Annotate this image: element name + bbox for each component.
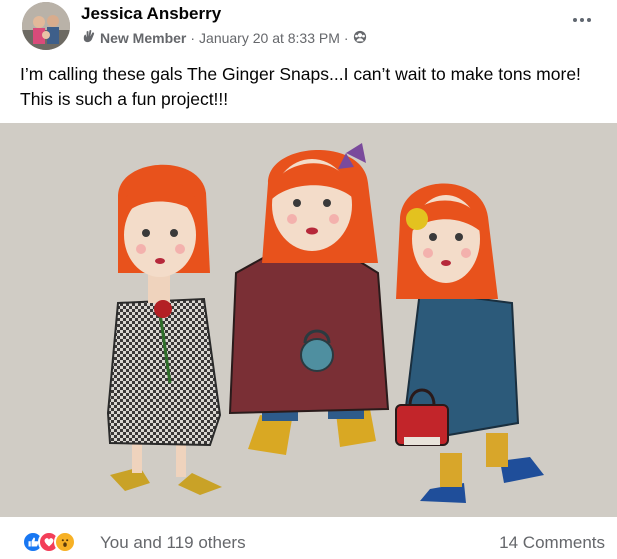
post-footer: You and 119 others 14 Comments <box>0 517 617 559</box>
reaction-count[interactable]: You and 119 others <box>100 533 246 553</box>
avatar[interactable] <box>22 2 70 50</box>
author-name[interactable]: Jessica Ansberry <box>81 4 221 24</box>
more-dot-icon <box>587 18 591 22</box>
post-caption: I’m calling these gals The Ginger Snaps.… <box>20 64 581 109</box>
post-photo[interactable] <box>0 123 617 517</box>
new-member-icon <box>81 29 96 47</box>
meta-separator: · <box>190 30 196 46</box>
reaction-icons[interactable] <box>22 531 76 553</box>
avatar-photo <box>22 2 70 50</box>
comments-count[interactable]: 14 Comments <box>499 533 605 553</box>
post-card: Jessica Ansberry New Member · January 20… <box>0 0 617 559</box>
more-dot-icon <box>580 18 584 22</box>
post-timestamp[interactable]: January 20 at 8:33 PM <box>199 30 340 46</box>
more-dot-icon <box>573 18 577 22</box>
group-audience-icon[interactable] <box>353 30 367 47</box>
wow-icon <box>54 531 76 553</box>
post-meta: New Member · January 20 at 8:33 PM · <box>81 29 367 47</box>
paper-dolls-image <box>0 123 617 517</box>
meta-separator: · <box>343 30 349 46</box>
member-badge: New Member <box>100 30 187 46</box>
more-options-button[interactable] <box>569 10 595 30</box>
